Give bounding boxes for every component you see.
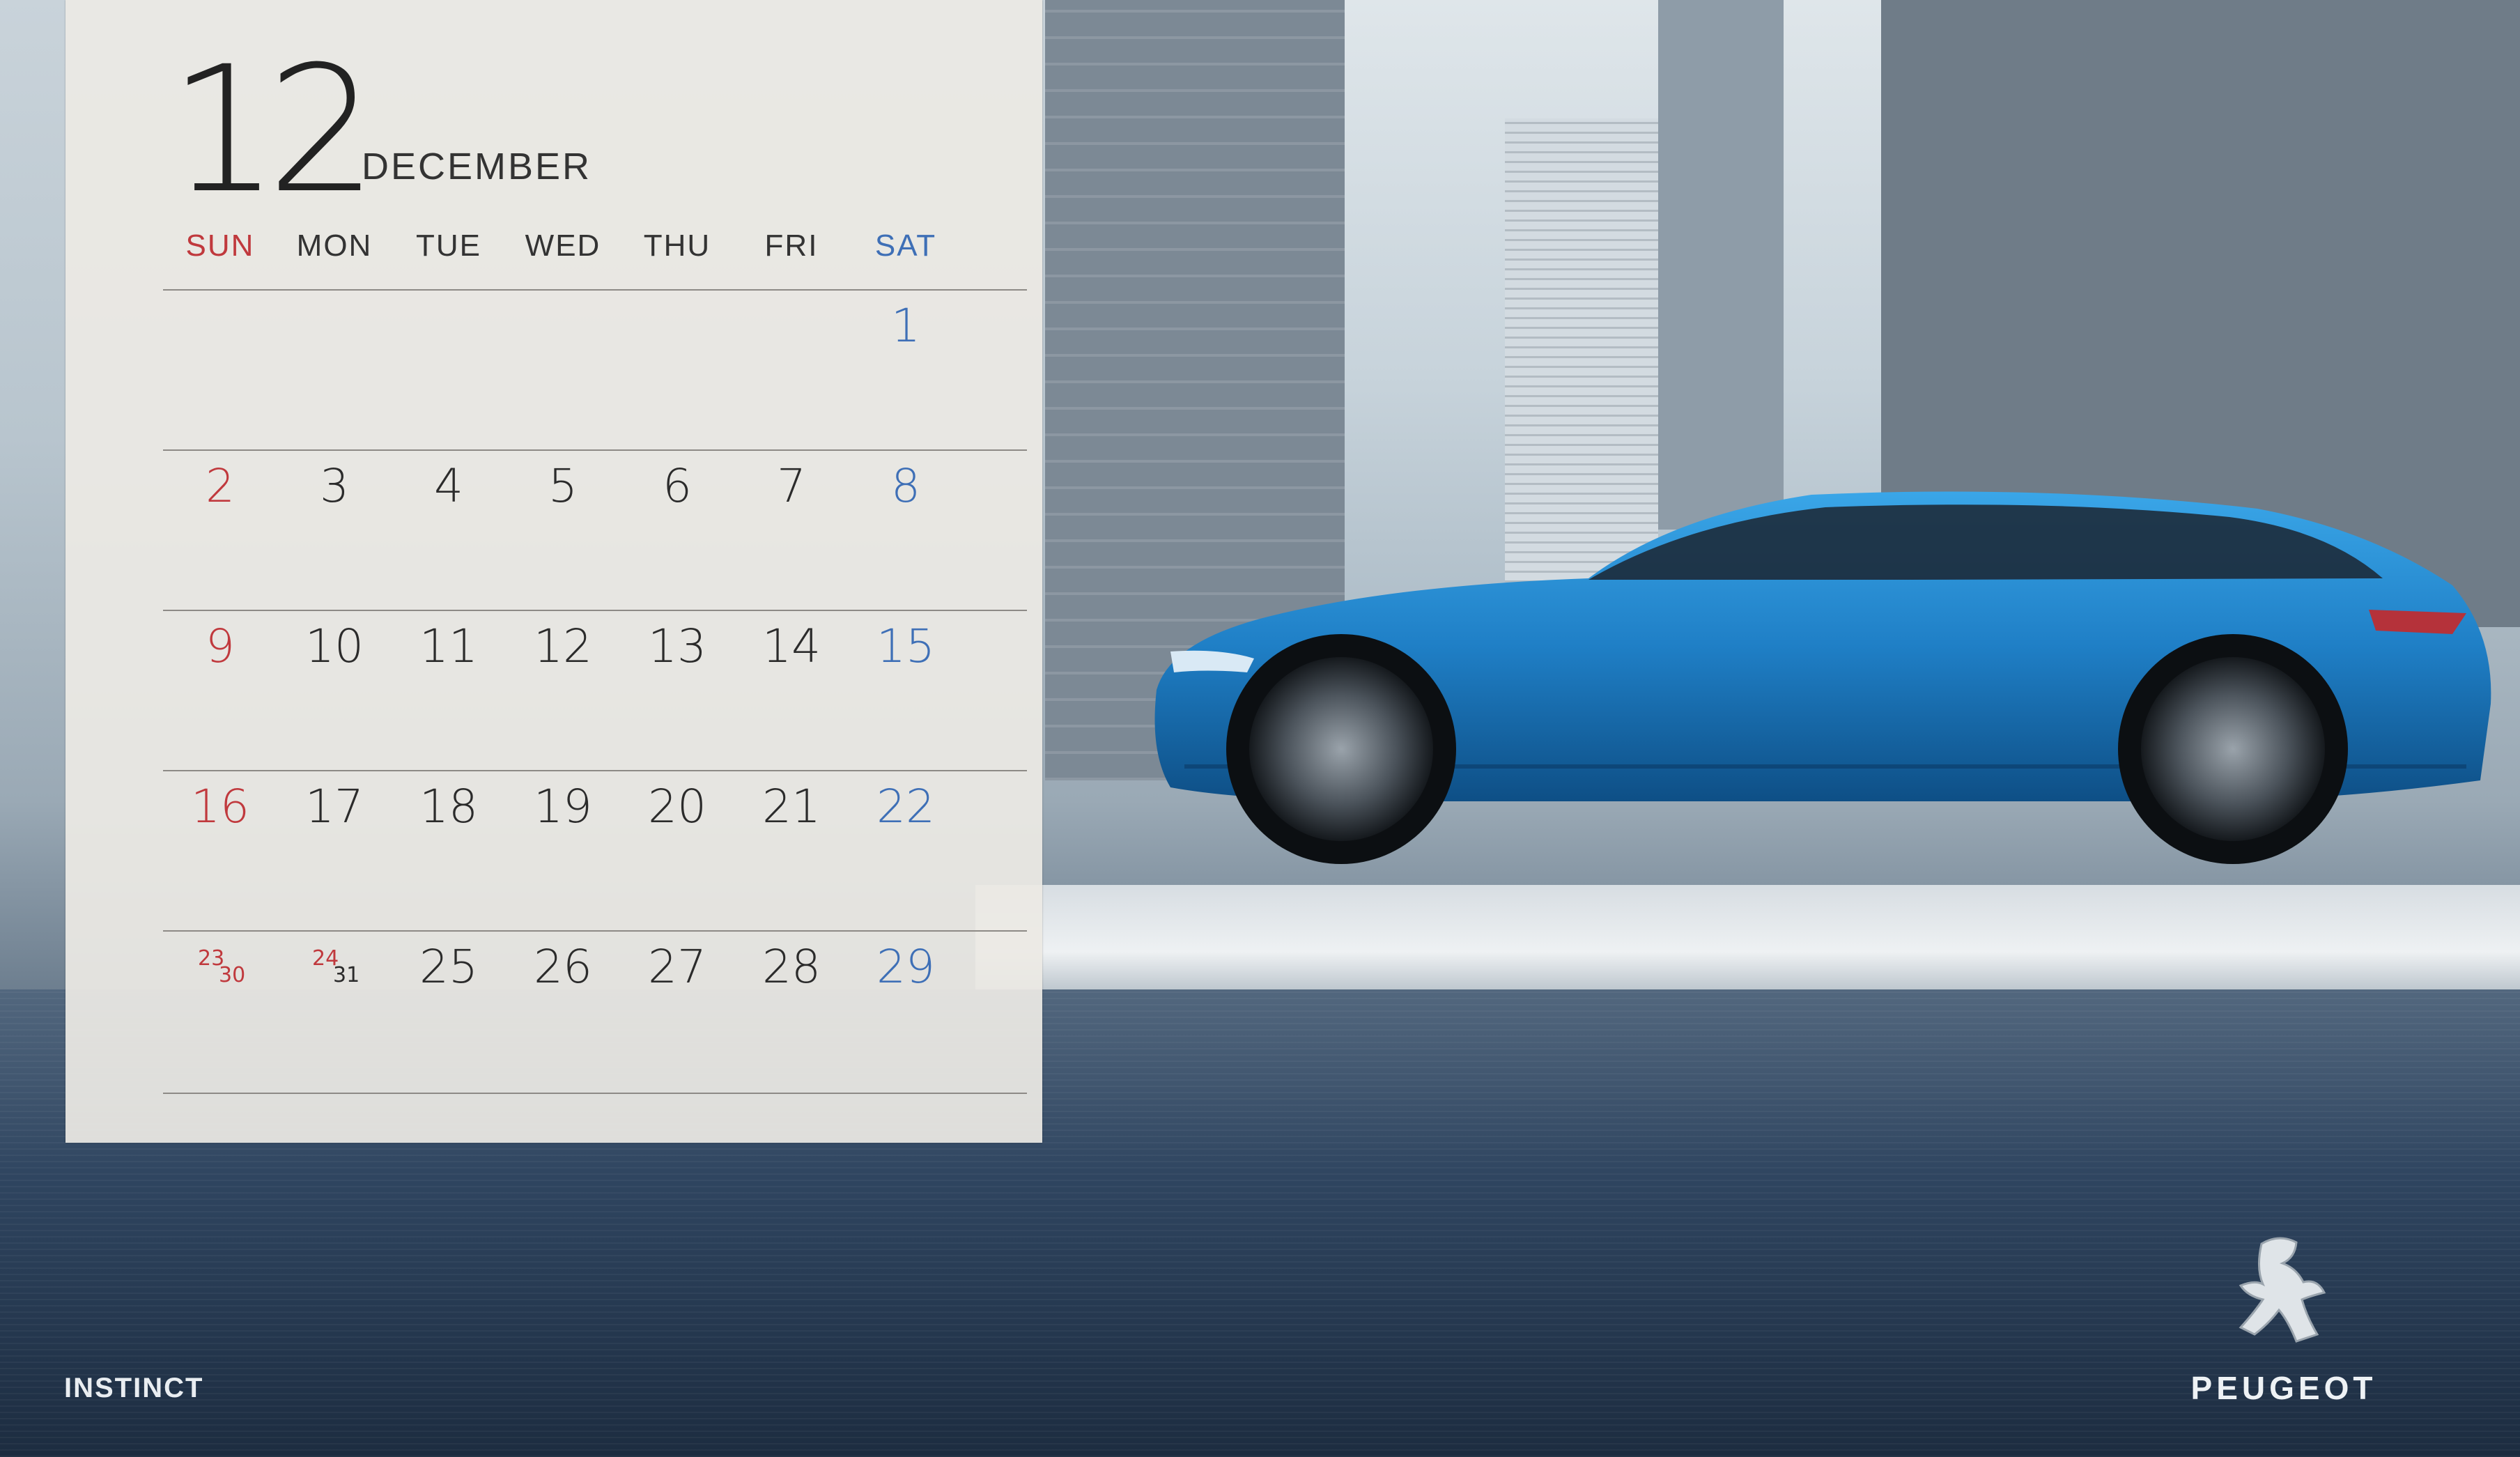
day-cell: 7	[777, 459, 806, 513]
day-cell: 12	[534, 619, 592, 673]
lion-logo-icon	[2239, 1237, 2326, 1343]
day-cell-split: 24 31	[277, 946, 392, 1002]
day-cell: 18	[419, 780, 478, 833]
weekday-header: SUN MON TUE WED THU FRI SAT	[163, 229, 1027, 277]
day-cell: 3	[320, 459, 349, 513]
day-cell: 2	[206, 459, 235, 513]
day-cell: 16	[191, 780, 249, 833]
weekday-sat: SAT	[874, 229, 937, 263]
weekday-tue: TUE	[416, 229, 481, 263]
weekday-sun: SUN	[185, 229, 255, 263]
weekday-wed: WED	[525, 229, 601, 263]
taillight	[2369, 610, 2466, 634]
day-cell: 1	[891, 299, 920, 353]
brand-name: PEUGEOT	[2190, 1370, 2377, 1406]
day-cell-split: 23 30	[163, 946, 277, 1002]
day-cell: 25	[419, 940, 478, 994]
day-cell: 8	[891, 459, 920, 513]
row-divider	[163, 289, 1027, 291]
day-cell: 10	[305, 619, 364, 673]
day-cell: 20	[648, 780, 706, 833]
month-name: DECEMBER	[362, 146, 592, 187]
building-center-tower	[1658, 0, 1784, 530]
row-divider	[163, 449, 1027, 451]
day-cell: 5	[548, 459, 578, 513]
month-number: 12	[169, 29, 378, 231]
day-cell: 13	[648, 619, 706, 673]
day-cell: 22	[876, 780, 935, 833]
model-name: INSTINCT	[64, 1373, 204, 1403]
row-divider	[163, 930, 1027, 932]
row-divider	[163, 770, 1027, 771]
car-image	[1154, 491, 2491, 864]
row-divider	[163, 1093, 1027, 1094]
weekday-thu: THU	[643, 229, 711, 263]
day-cell: 17	[305, 780, 364, 833]
day-cell: 19	[534, 780, 592, 833]
calendar-panel: 12 DECEMBER SUN MON TUE WED THU FRI SAT …	[65, 0, 1042, 1143]
day-bottom: 31	[333, 963, 360, 987]
day-cell: 26	[534, 940, 592, 994]
day-cell: 15	[876, 619, 935, 673]
weekday-fri: FRI	[764, 229, 819, 263]
weekday-mon: MON	[296, 229, 373, 263]
day-cell: 29	[876, 940, 935, 994]
day-cell: 6	[663, 459, 692, 513]
day-cell: 28	[762, 940, 821, 994]
day-cell: 11	[419, 619, 478, 673]
day-cell: 9	[206, 619, 235, 673]
day-cell: 14	[762, 619, 821, 673]
day-cell: 4	[434, 459, 463, 513]
day-cell: 27	[648, 940, 706, 994]
row-divider	[163, 610, 1027, 611]
day-cell: 21	[762, 780, 821, 833]
day-bottom: 30	[219, 963, 246, 987]
